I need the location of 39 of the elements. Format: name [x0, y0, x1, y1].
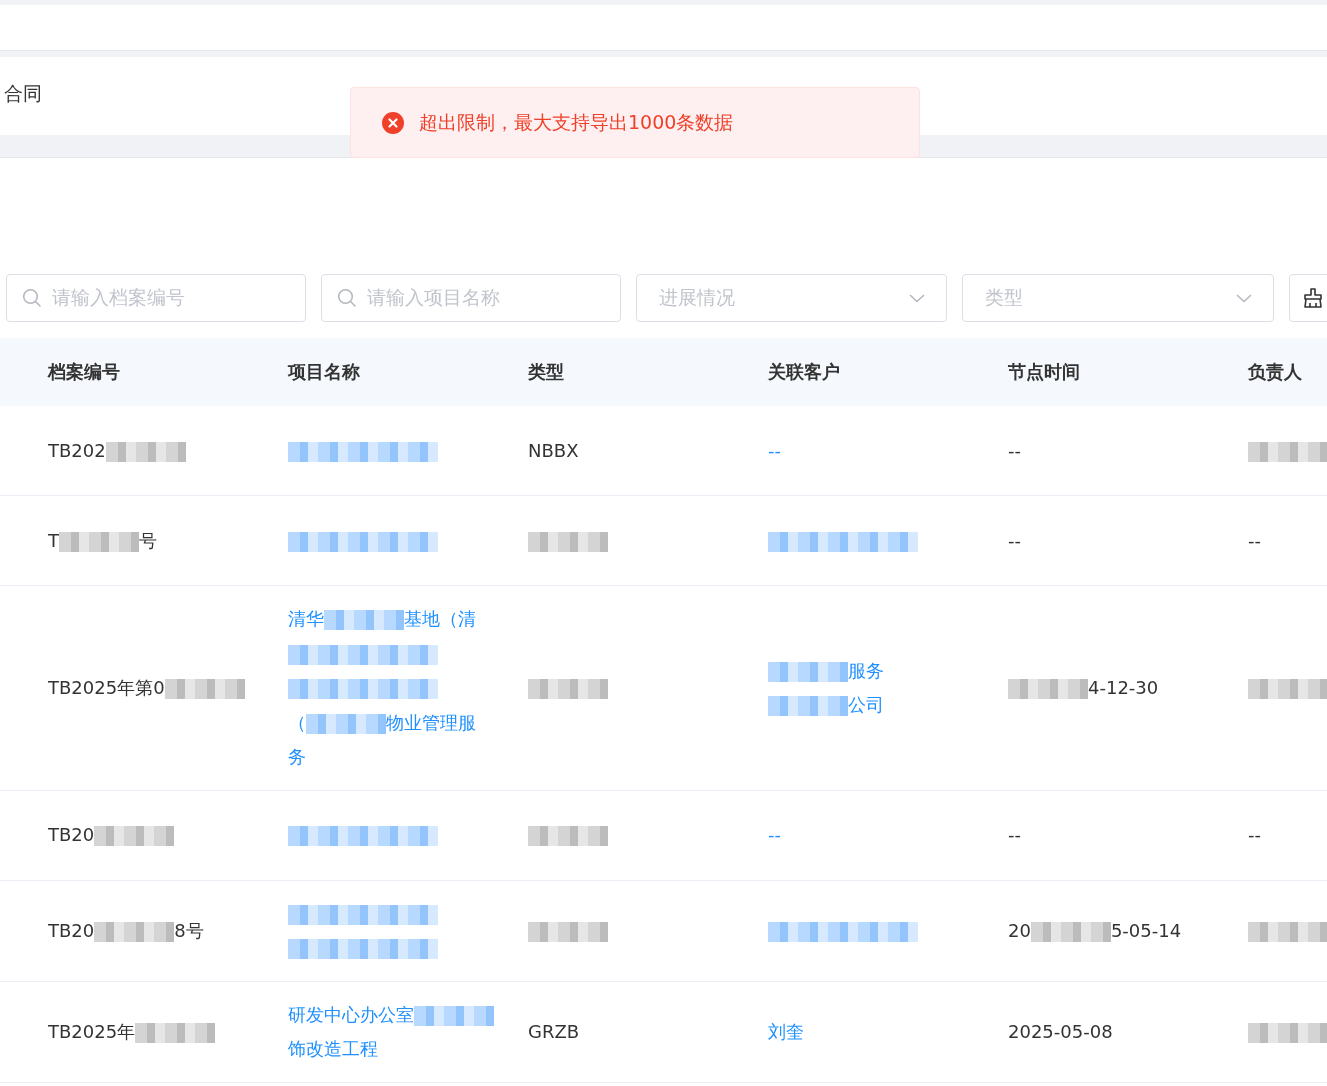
- select-field[interactable]: 进展情况: [636, 274, 947, 322]
- table-link[interactable]: --: [768, 433, 781, 469]
- table-cell-text: T 号: [48, 528, 157, 554]
- error-icon: [382, 111, 404, 134]
- table-cell: TB20: [48, 818, 175, 853]
- column-header: 关联客户: [768, 360, 840, 384]
- tab-label[interactable]: 合同: [4, 81, 42, 111]
- search-field[interactable]: 请输入档案编号: [6, 274, 306, 322]
- table-cell-text: --: [1008, 438, 1021, 463]
- table-cell-text: --: [1248, 823, 1261, 848]
- column-header: 档案编号: [48, 360, 120, 384]
- table-link[interactable]: 研发中心办公室 饰改造工程: [288, 997, 494, 1067]
- table-cell: TB202: [48, 433, 186, 469]
- toast-message: 超出限制，最大支持导出1000条数据: [419, 109, 734, 135]
- table-cell-text: GRZB: [528, 1019, 580, 1044]
- table-cell-text: 20 5-05-14: [1008, 918, 1182, 944]
- table-cell: 4-12-30: [1008, 671, 1159, 706]
- column-header: 负责人: [1248, 360, 1302, 384]
- table-cell-text: --: [1008, 528, 1021, 553]
- table-link[interactable]: 服务 公司: [768, 653, 884, 723]
- search-field[interactable]: 请输入项目名称: [321, 274, 621, 322]
- table-link[interactable]: --: [768, 818, 781, 853]
- search-icon: [22, 288, 42, 308]
- table-link[interactable]: 清华 基地（清 （ 物业管理服 务: [288, 602, 476, 775]
- search-icon: [337, 288, 357, 308]
- broom-icon: [1302, 287, 1324, 309]
- table-cell: TB2025年: [48, 1014, 216, 1050]
- table-link[interactable]: 刘奎: [768, 1014, 804, 1050]
- table-cell-text: 2025-05-08: [1008, 1019, 1113, 1044]
- table-cell-text: TB20 8号: [48, 918, 204, 944]
- column-header: 类型: [528, 360, 564, 384]
- table-cell-text: --: [1248, 528, 1261, 553]
- clear-button[interactable]: [1289, 274, 1327, 322]
- column-header: 项目名称: [288, 360, 360, 384]
- table-cell-text: --: [1008, 823, 1021, 848]
- table-cell: TB2025年第0: [48, 671, 245, 706]
- select-field[interactable]: 类型: [962, 274, 1274, 322]
- table-cell-text: NBBX: [528, 438, 579, 463]
- column-header: 节点时间: [1008, 360, 1080, 384]
